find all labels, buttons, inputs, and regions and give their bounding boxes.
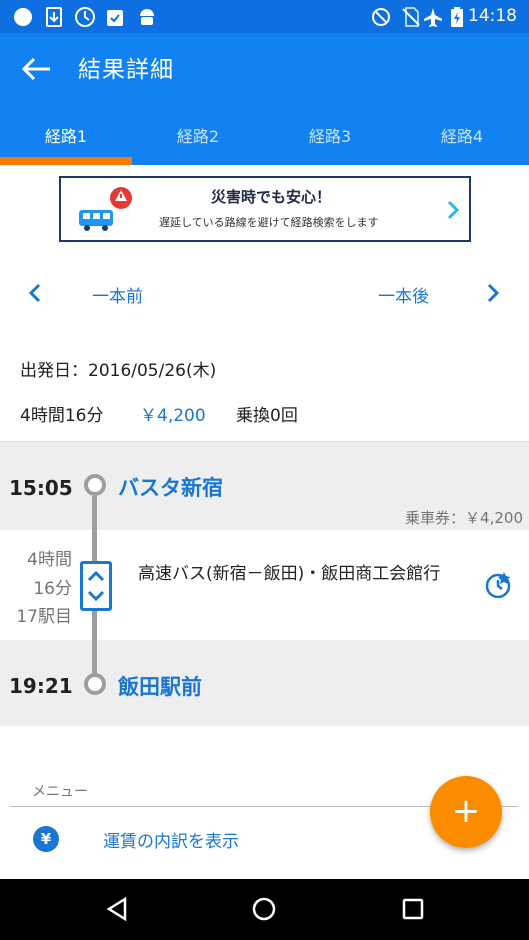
total-duration: 4時間16分 (20, 406, 104, 426)
no-sim-icon (402, 7, 420, 27)
download-icon (46, 7, 62, 27)
departure-node (84, 474, 106, 496)
yen-icon: ¥ (33, 826, 59, 852)
add-fab-button[interactable]: + (430, 776, 502, 848)
do-not-disturb-icon (372, 8, 390, 26)
arrival-time: 19:21 (9, 674, 73, 698)
arrival-node (84, 673, 106, 695)
expand-stops-icon[interactable] (80, 561, 112, 611)
banner-subtitle: 遅延している路線を避けて経路検索をします (159, 216, 379, 229)
page-title: 結果詳細 (78, 57, 174, 83)
departure-station[interactable]: バスタ新宿 (118, 472, 223, 502)
segment-duration-minutes: 16分 (33, 579, 72, 599)
chevron-right-icon[interactable] (486, 283, 500, 303)
nav-back-icon[interactable] (104, 896, 130, 922)
android-icon (140, 9, 154, 25)
bus-route-name[interactable]: 高速バス(新宿－飯田)・飯田商工会館行 (138, 563, 468, 585)
clock-icon (75, 7, 95, 27)
segment-stop-count: 17駅目 (16, 607, 72, 627)
segment-duration-hours: 4時間 (27, 550, 72, 570)
back-arrow-icon[interactable] (18, 54, 54, 84)
departure-date: 出発日：2016/05/26(木) (20, 361, 217, 381)
ticket-fare: 乗車券：￥4,200 (405, 509, 523, 527)
menu-section-label: メニュー (32, 784, 88, 800)
tab-route-1[interactable]: 経路1 (0, 123, 132, 147)
transfer-count: 乗換0回 (236, 406, 298, 426)
system-nav-bar (0, 879, 529, 940)
battery-charging-icon (451, 7, 463, 27)
arrival-row (0, 640, 529, 726)
chevron-right-icon (447, 200, 460, 220)
status-bar: 14:18 (0, 0, 529, 33)
train-warning-icon (79, 187, 132, 231)
clipboard-check-icon (107, 10, 123, 26)
tab-route-3[interactable]: 経路3 (264, 123, 396, 147)
alarm-timer-icon[interactable] (484, 570, 514, 600)
total-fare: ￥4,200 (140, 406, 206, 426)
tab-route-4[interactable]: 経路4 (396, 123, 528, 147)
previous-departure-button[interactable]: 一本前 (92, 282, 143, 307)
departure-time: 15:05 (9, 476, 73, 500)
nav-recents-icon[interactable] (401, 897, 425, 921)
clock-time: 14:18 (468, 6, 517, 26)
active-tab-indicator (0, 157, 132, 165)
fare-breakdown-item[interactable]: 運賃の内訳を表示 (103, 827, 239, 852)
next-departure-button[interactable]: 一本後 (378, 282, 429, 307)
arrival-station[interactable]: 飯田駅前 (118, 671, 202, 701)
banner-title: 災害時でも安心！ (211, 188, 332, 206)
disaster-banner[interactable]: 災害時でも安心！ 遅延している路線を避けて経路検索をします (59, 176, 471, 242)
circle-icon (14, 8, 32, 26)
chevron-left-icon[interactable] (28, 283, 42, 303)
tab-route-2[interactable]: 経路2 (132, 123, 264, 147)
airplane-icon (424, 8, 442, 27)
nav-home-icon[interactable] (251, 896, 277, 922)
